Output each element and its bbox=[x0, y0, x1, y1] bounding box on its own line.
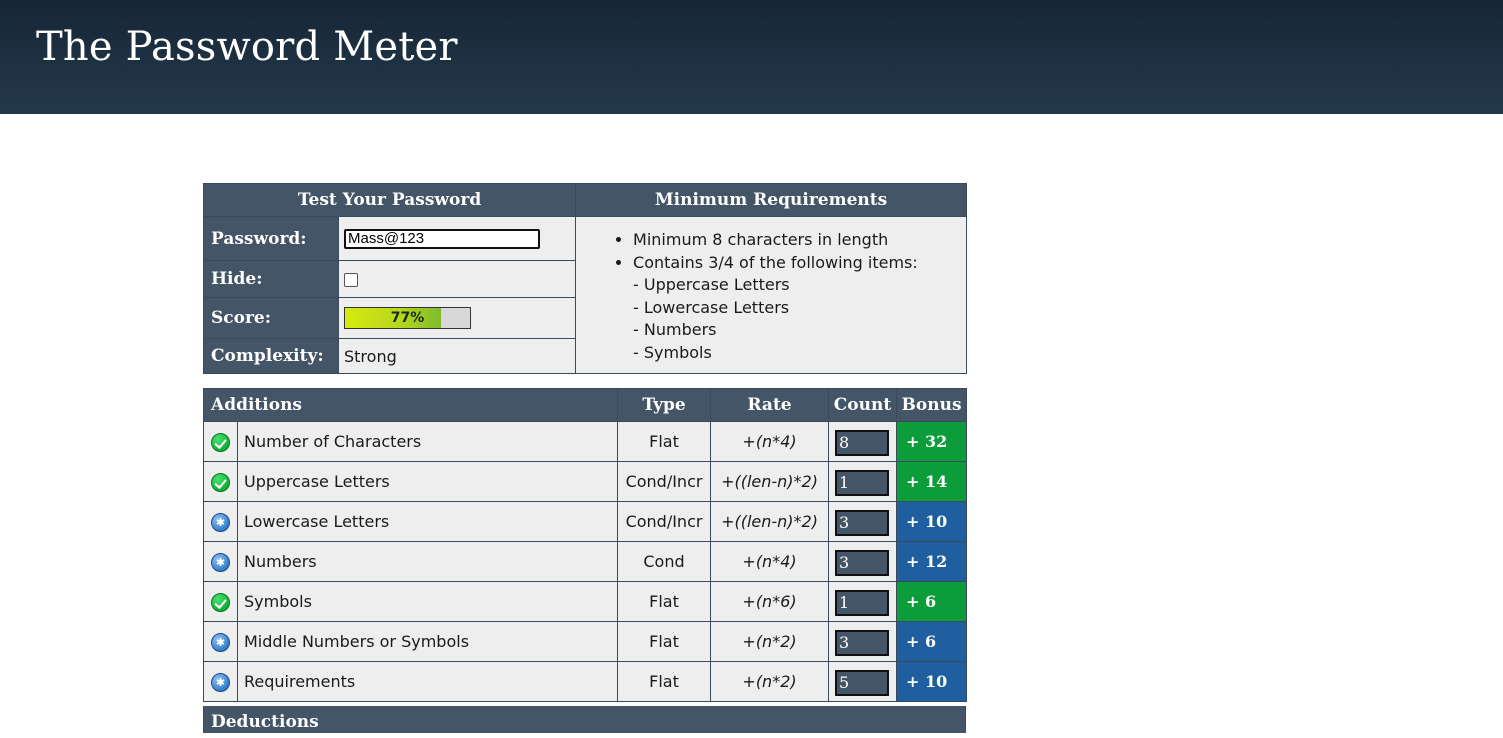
addition-type: Cond bbox=[617, 541, 712, 582]
requirement-sub-item: - Symbols bbox=[633, 342, 712, 362]
addition-count-cell: 3 bbox=[828, 541, 898, 582]
addition-name: Symbols bbox=[236, 581, 619, 622]
table-row: ✱ Numbers Cond +(n*4) 3 + 12 bbox=[203, 541, 968, 582]
star-icon: ✱ bbox=[211, 672, 230, 692]
addition-rate: +((len-n)*2) bbox=[710, 461, 830, 502]
addition-bonus: + 6 bbox=[896, 581, 968, 622]
hide-label: Hide: bbox=[203, 260, 339, 298]
addition-bonus: + 12 bbox=[896, 541, 968, 582]
check-icon bbox=[211, 472, 230, 492]
addition-count: 3 bbox=[835, 510, 890, 536]
addition-rate: +((len-n)*2) bbox=[710, 501, 830, 542]
status-cell: ✱ bbox=[203, 661, 238, 702]
addition-type: Cond/Incr bbox=[617, 461, 712, 502]
table-row: ✱ Requirements Flat +(n*2) 5 + 10 bbox=[203, 661, 968, 702]
status-cell: ✱ bbox=[203, 501, 238, 542]
type-header: Type bbox=[617, 388, 712, 422]
password-cell bbox=[337, 216, 577, 261]
status-cell bbox=[203, 581, 238, 622]
hide-cell bbox=[337, 260, 577, 298]
password-input[interactable] bbox=[344, 228, 540, 249]
site-title: The Password Meter bbox=[36, 24, 458, 70]
additions-header: Additions bbox=[202, 388, 619, 422]
addition-type: Flat bbox=[617, 421, 712, 462]
table-row: Uppercase Letters Cond/Incr +((len-n)*2) 1 +… bbox=[203, 461, 968, 502]
addition-name: Middle Numbers or Symbols bbox=[236, 621, 619, 662]
addition-name: Lowercase Letters bbox=[236, 501, 619, 542]
addition-count: 3 bbox=[835, 550, 890, 576]
addition-count: 3 bbox=[835, 630, 890, 656]
check-icon bbox=[211, 592, 230, 612]
hide-checkbox[interactable] bbox=[344, 273, 358, 287]
score-label: Score: bbox=[203, 297, 339, 339]
rate-header: Rate bbox=[710, 388, 830, 422]
table-row: ✱ Lowercase Letters Cond/Incr +((len-n)*2) 3… bbox=[203, 501, 968, 542]
addition-count-cell: 8 bbox=[828, 421, 898, 462]
addition-count: 8 bbox=[835, 430, 890, 456]
requirement-item: Minimum 8 characters in length bbox=[633, 229, 966, 252]
status-cell: ✱ bbox=[203, 541, 238, 582]
check-icon bbox=[211, 432, 230, 452]
addition-name: Requirements bbox=[236, 661, 619, 702]
addition-count: 1 bbox=[835, 590, 890, 616]
addition-rate: +(n*2) bbox=[710, 661, 830, 702]
requirement-item: Contains 3/4 of the following items: - U… bbox=[633, 252, 966, 365]
addition-rate: +(n*2) bbox=[710, 621, 830, 662]
count-header: Count bbox=[828, 388, 898, 422]
requirement-sub-item: - Numbers bbox=[633, 320, 717, 339]
addition-count: 1 bbox=[835, 470, 890, 496]
addition-bonus: + 6 bbox=[896, 621, 968, 662]
additions-rows: Number of Characters Flat +(n*4) 8 + 32 Upper… bbox=[203, 421, 968, 702]
addition-bonus: + 10 bbox=[896, 501, 968, 542]
complexity-label: Complexity: bbox=[203, 338, 339, 374]
addition-type: Flat bbox=[617, 621, 712, 662]
star-icon: ✱ bbox=[211, 632, 230, 652]
addition-count: 5 bbox=[835, 670, 890, 696]
additions-table: Additions Type Rate Count Bonus Number o… bbox=[202, 388, 968, 702]
requirements-list: Minimum 8 characters in length Contains … bbox=[576, 229, 966, 364]
addition-type: Flat bbox=[617, 661, 712, 702]
addition-count-cell: 1 bbox=[828, 581, 898, 622]
table-row: ✱ Middle Numbers or Symbols Flat +(n*2) 3 + 6 bbox=[203, 621, 968, 662]
table-row: Symbols Flat +(n*6) 1 + 6 bbox=[203, 581, 968, 622]
score-text: 77% bbox=[390, 310, 425, 326]
requirement-sub-item: - Uppercase Letters bbox=[633, 275, 790, 294]
addition-bonus: + 10 bbox=[896, 661, 968, 702]
addition-count-cell: 3 bbox=[828, 501, 898, 542]
addition-count-cell: 3 bbox=[828, 621, 898, 662]
addition-bonus: + 32 bbox=[896, 421, 968, 462]
password-label: Password: bbox=[203, 216, 339, 261]
addition-name: Uppercase Letters bbox=[236, 461, 619, 502]
test-password-table: Test Your Password Minimum Requirements … bbox=[202, 183, 968, 374]
star-icon: ✱ bbox=[211, 552, 230, 572]
addition-count-cell: 1 bbox=[828, 461, 898, 502]
addition-count-cell: 5 bbox=[828, 661, 898, 702]
addition-type: Cond/Incr bbox=[617, 501, 712, 542]
score-cell: 77% bbox=[337, 297, 577, 339]
status-cell bbox=[203, 461, 238, 502]
bonus-header: Bonus bbox=[896, 388, 968, 422]
table-row: Number of Characters Flat +(n*4) 8 + 32 bbox=[203, 421, 968, 462]
star-icon: ✱ bbox=[211, 512, 230, 532]
addition-type: Flat bbox=[617, 581, 712, 622]
addition-name: Number of Characters bbox=[236, 421, 619, 462]
status-cell: ✱ bbox=[203, 621, 238, 662]
complexity-value: Strong bbox=[337, 338, 577, 374]
addition-rate: +(n*4) bbox=[710, 421, 830, 462]
requirement-item-text: Contains 3/4 of the following items: bbox=[633, 252, 918, 272]
test-password-header: Test Your Password bbox=[202, 183, 577, 217]
addition-bonus: + 14 bbox=[896, 461, 968, 502]
addition-rate: +(n*4) bbox=[710, 541, 830, 582]
requirements-panel: Minimum 8 characters in length Contains … bbox=[575, 216, 968, 374]
requirement-sub-item: - Lowercase Letters bbox=[633, 297, 790, 317]
score-bar: 77% bbox=[344, 307, 471, 329]
requirements-header: Minimum Requirements bbox=[575, 183, 968, 217]
addition-rate: +(n*6) bbox=[710, 581, 830, 622]
site-header: The Password Meter bbox=[0, 0, 1503, 114]
status-cell bbox=[203, 421, 238, 462]
deductions-header: Deductions bbox=[203, 706, 966, 733]
addition-name: Numbers bbox=[236, 541, 619, 582]
